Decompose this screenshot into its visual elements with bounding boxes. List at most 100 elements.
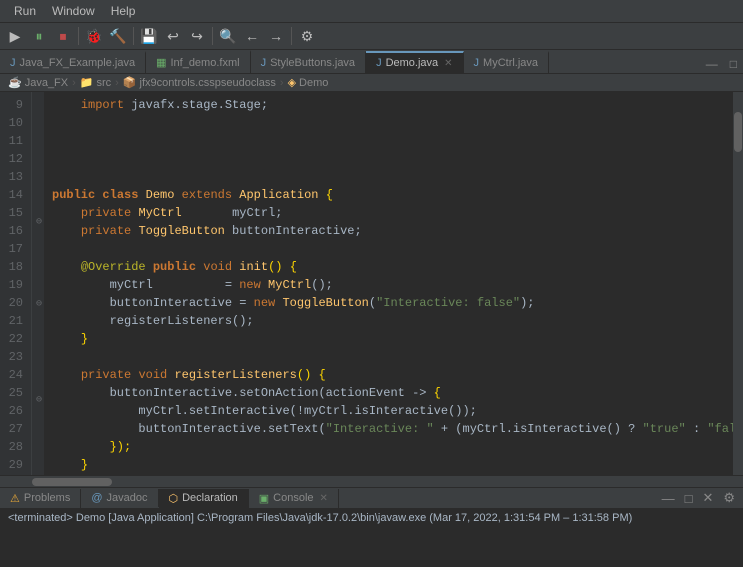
- tab-myctrl-label: MyCtrl.java: [483, 57, 538, 69]
- tabs-maximize[interactable]: □: [724, 55, 743, 73]
- scrollbar-thumb[interactable]: [734, 112, 742, 152]
- code-line: private MyCtrl myCtrl;: [52, 204, 725, 222]
- declaration-label: Declaration: [182, 492, 238, 504]
- breadcrumb-sep-2: ›: [115, 77, 119, 89]
- code-line: private ToggleButton buttonInteractive;: [52, 222, 725, 240]
- horizontal-scrollbar[interactable]: [0, 475, 743, 487]
- hscroll-thumb[interactable]: [32, 478, 112, 486]
- gutter-row: [32, 434, 44, 448]
- code-line: myCtrl = new MyCtrl();: [52, 276, 725, 294]
- gutter-row[interactable]: ⊖: [32, 215, 44, 229]
- line-number: 11: [4, 132, 23, 150]
- toolbar-btn-redo[interactable]: ↪: [186, 25, 208, 47]
- toolbar-btn-settings[interactable]: ⚙: [296, 25, 318, 47]
- toolbar-separator-3: [212, 27, 213, 45]
- gutter-row: [32, 324, 44, 338]
- style-buttons-tab-icon: J: [261, 57, 267, 69]
- tabs-minimize[interactable]: —: [700, 55, 724, 73]
- tab-myctrl[interactable]: J MyCtrl.java: [464, 51, 550, 73]
- menu-window[interactable]: Window: [44, 2, 103, 20]
- tab-java-fx-example[interactable]: J Java_FX_Example.java: [0, 51, 146, 73]
- code-line: buttonInteractive = new ToggleButton("In…: [52, 294, 725, 312]
- breadcrumb: ☕ Java_FX › 📁 src › 📦 jfx9controls.cssps…: [0, 74, 743, 92]
- line-number: 19: [4, 276, 23, 294]
- console-label: Console: [273, 492, 313, 504]
- gutter-row: [32, 242, 44, 256]
- gutter-row: [32, 119, 44, 133]
- console-output: <terminated> Demo [Java Application] C:\…: [8, 512, 632, 524]
- code-line: [52, 132, 725, 150]
- gutter-row[interactable]: ⊖: [32, 393, 44, 407]
- vertical-scrollbar[interactable]: [733, 92, 743, 475]
- gutter: ⊖ ⊖ ⊖: [32, 92, 44, 475]
- code-content[interactable]: import javafx.stage.Stage; public class …: [44, 92, 733, 475]
- toolbar-btn-forward[interactable]: →: [265, 25, 287, 47]
- editor-tabs: J Java_FX_Example.java ▦ Inf_demo.fxml J…: [0, 50, 743, 74]
- declaration-icon: ⬡: [169, 492, 179, 505]
- problems-label: Problems: [24, 492, 70, 504]
- tab-style-buttons[interactable]: J StyleButtons.java: [251, 51, 367, 73]
- tab-inf-demo-label: Inf_demo.fxml: [170, 57, 239, 69]
- gutter-row: [32, 447, 44, 461]
- bottom-tab-console[interactable]: ▣ Console ✕: [249, 489, 339, 508]
- breadcrumb-package[interactable]: 📦 jfx9controls.csspseudoclass: [123, 76, 276, 89]
- line-number: 17: [4, 240, 23, 258]
- toolbar: ▶ ⏸ ⏹ 🐞 🔨 💾 ↩ ↪ 🔍 ← → ⚙: [0, 23, 743, 50]
- breadcrumb-java-fx-icon: ☕: [8, 76, 22, 89]
- code-line: myCtrl.setInteractive(!myCtrl.isInteract…: [52, 402, 725, 420]
- toolbar-btn-search[interactable]: 🔍: [217, 25, 239, 47]
- line-number: 26: [4, 402, 23, 420]
- toolbar-btn-debug[interactable]: 🐞: [83, 25, 105, 47]
- toolbar-btn-pause[interactable]: ⏸: [28, 25, 50, 47]
- demo-tab-icon: J: [376, 57, 382, 69]
- breadcrumb-class[interactable]: ◈ Demo: [288, 76, 329, 89]
- toolbar-btn-undo[interactable]: ↩: [162, 25, 184, 47]
- toolbar-btn-stop[interactable]: ⏹: [52, 25, 74, 47]
- toolbar-separator-2: [133, 27, 134, 45]
- code-line: }: [52, 456, 725, 474]
- code-line: }: [52, 330, 725, 348]
- line-number: 25: [4, 384, 23, 402]
- bottom-tab-declaration[interactable]: ⬡ Declaration: [159, 489, 249, 508]
- breadcrumb-java-fx[interactable]: ☕ Java_FX: [8, 76, 68, 89]
- tabs-controls: — □: [700, 55, 743, 73]
- gutter-row: [32, 160, 44, 174]
- tab-inf-demo[interactable]: ▦ Inf_demo.fxml: [146, 50, 251, 73]
- bottom-tab-javadoc[interactable]: @ Javadoc: [81, 489, 158, 507]
- javadoc-icon: @: [91, 492, 102, 504]
- toolbar-btn-run[interactable]: ▶: [4, 25, 26, 47]
- tab-demo[interactable]: J Demo.java ✕: [366, 51, 463, 73]
- code-editor: 9101112131415161718192021222324252627282…: [0, 92, 743, 475]
- menu-help[interactable]: Help: [103, 2, 144, 20]
- line-number: 13: [4, 168, 23, 186]
- line-numbers: 9101112131415161718192021222324252627282…: [0, 92, 32, 475]
- bottom-panel-minimize[interactable]: —: [658, 489, 679, 508]
- bottom-tab-problems[interactable]: ⚠ Problems: [0, 489, 81, 508]
- gutter-row[interactable]: ⊖: [32, 297, 44, 311]
- line-number: 27: [4, 420, 23, 438]
- toolbar-btn-back[interactable]: ←: [241, 25, 263, 47]
- console-close[interactable]: ✕: [320, 493, 328, 504]
- bottom-panel-content: <terminated> Demo [Java Application] C:\…: [0, 509, 743, 567]
- toolbar-btn-build[interactable]: 🔨: [107, 25, 129, 47]
- menu-run[interactable]: Run: [6, 2, 44, 20]
- breadcrumb-package-icon: 📦: [123, 76, 137, 89]
- bottom-panel-close[interactable]: ✕: [698, 488, 717, 508]
- line-number: 20: [4, 294, 23, 312]
- gutter-row: [32, 406, 44, 420]
- bottom-tabs: ⚠ Problems @ Javadoc ⬡ Declaration ▣ Con…: [0, 488, 743, 509]
- tab-demo-close[interactable]: ✕: [444, 58, 452, 69]
- bottom-panel-settings[interactable]: ⚙: [719, 488, 739, 508]
- code-line: registerListeners();: [52, 312, 725, 330]
- line-number: 18: [4, 258, 23, 276]
- line-number: 21: [4, 312, 23, 330]
- gutter-row: [32, 106, 44, 120]
- toolbar-btn-save[interactable]: 💾: [138, 25, 160, 47]
- code-line: });: [52, 438, 725, 456]
- code-scroll-area[interactable]: import javafx.stage.Stage; public class …: [44, 92, 733, 475]
- code-line: @Override public void init() {: [52, 258, 725, 276]
- bottom-panel: ⚠ Problems @ Javadoc ⬡ Declaration ▣ Con…: [0, 487, 743, 567]
- bottom-panel-maximize[interactable]: □: [681, 489, 697, 508]
- tab-demo-label: Demo.java: [386, 57, 439, 69]
- breadcrumb-src[interactable]: 📁 src: [80, 76, 111, 89]
